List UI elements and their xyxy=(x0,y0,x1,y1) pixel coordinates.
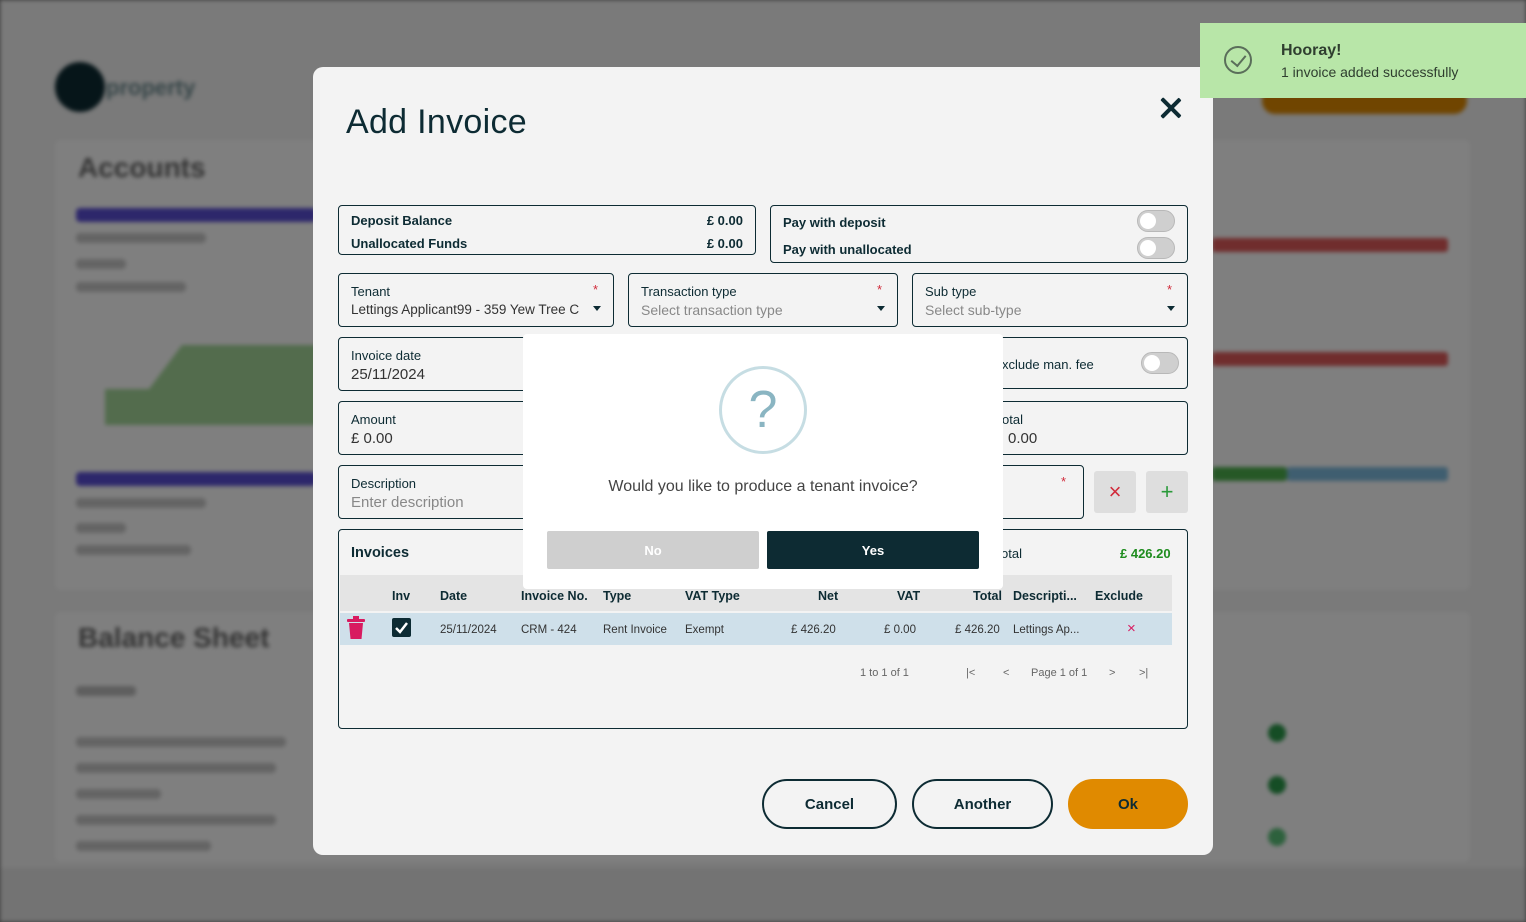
pay-with-unallocated-toggle[interactable] xyxy=(1137,237,1175,259)
column-header[interactable]: Net xyxy=(818,589,838,603)
column-header[interactable]: Total xyxy=(973,589,1002,603)
pay-with-unallocated-label: Pay with unallocated xyxy=(783,242,912,257)
question-glyph: ? xyxy=(748,381,778,439)
cell-vat: £ 0.00 xyxy=(884,624,916,636)
required-mark: * xyxy=(877,282,883,297)
invoices-total-label: otal xyxy=(1001,546,1022,561)
yes-button[interactable]: Yes xyxy=(767,531,979,569)
total-label: otal xyxy=(1002,412,1023,427)
toast-title: Hooray! xyxy=(1281,42,1342,59)
chevron-down-icon xyxy=(1167,306,1175,311)
cancel-button[interactable]: Cancel xyxy=(762,779,897,829)
close-icon: × xyxy=(1108,479,1122,504)
remove-line-button[interactable]: × xyxy=(1094,471,1136,513)
first-page-icon[interactable]: |< xyxy=(966,667,975,679)
close-icon[interactable] xyxy=(1156,93,1186,123)
invoice-checkbox[interactable] xyxy=(392,618,411,637)
cell-total: £ 426.20 xyxy=(955,624,1000,636)
total-value: 0.00 xyxy=(1008,430,1038,447)
total-field: otal 0.00 xyxy=(973,401,1188,455)
question-icon: ? xyxy=(719,366,807,454)
cell-vat-type: Exempt xyxy=(685,624,724,636)
last-page-icon[interactable]: >| xyxy=(1139,667,1148,679)
no-button[interactable]: No xyxy=(547,531,759,569)
chevron-down-icon xyxy=(593,306,601,311)
another-button[interactable]: Another xyxy=(912,779,1053,829)
description-placeholder: Enter description xyxy=(351,494,464,511)
column-header[interactable]: Inv xyxy=(392,589,410,603)
tenant-label: Tenant xyxy=(351,284,391,299)
invoices-total-value: £ 426.20 xyxy=(1120,546,1171,561)
unallocated-funds-value: £ 0.00 xyxy=(706,236,743,251)
invoice-date-value: 25/11/2024 xyxy=(351,366,425,383)
required-mark: * xyxy=(1167,282,1173,297)
prev-page-icon[interactable]: < xyxy=(1003,667,1009,679)
exclude-fee-toggle[interactable] xyxy=(1141,352,1179,374)
cell-date: 25/11/2024 xyxy=(440,624,497,636)
cell-description: Lettings Ap... xyxy=(1013,624,1080,636)
sub-type-select[interactable]: Sub type * Select sub-type xyxy=(912,273,1188,327)
cell-net: £ 426.20 xyxy=(791,624,836,636)
amount-label: Amount xyxy=(351,412,396,427)
transaction-type-select[interactable]: Transaction type * Select transaction ty… xyxy=(628,273,898,327)
tenant-select[interactable]: Tenant * Lettings Applicant99 - 359 Yew … xyxy=(338,273,614,327)
required-mark: * xyxy=(1061,474,1067,489)
invoice-date-label: Invoice date xyxy=(351,348,422,363)
next-page-icon[interactable]: > xyxy=(1109,667,1115,679)
pay-options-panel: Pay with deposit Pay with unallocated xyxy=(770,205,1188,263)
column-header[interactable]: VAT xyxy=(897,589,920,603)
column-header[interactable]: Date xyxy=(440,589,467,603)
page-indicator: Page 1 of 1 xyxy=(1031,667,1088,679)
amount-value: £ 0.00 xyxy=(351,430,393,447)
column-header[interactable]: Exclude xyxy=(1095,589,1143,603)
column-header[interactable]: VAT Type xyxy=(685,589,740,603)
success-toast[interactable]: Hooray! 1 invoice added successfully xyxy=(1200,23,1526,98)
trash-icon[interactable] xyxy=(345,616,367,645)
unallocated-funds-label: Unallocated Funds xyxy=(351,236,468,251)
sub-type-placeholder: Select sub-type xyxy=(925,302,1022,318)
transaction-type-placeholder: Select transaction type xyxy=(641,302,783,318)
plus-icon: + xyxy=(1160,479,1174,504)
cell-type: Rent Invoice xyxy=(603,624,667,636)
column-header[interactable]: Invoice No. xyxy=(521,589,588,603)
exclude-fee-label: xclude man. fee xyxy=(1002,357,1094,372)
deposit-balance-label: Deposit Balance xyxy=(351,213,453,228)
modal-title: Add Invoice xyxy=(346,103,527,141)
exclude-icon[interactable]: × xyxy=(1127,620,1136,637)
tenant-value: Lettings Applicant99 - 359 Yew Tree C xyxy=(351,302,580,317)
confirm-question: Would you like to produce a tenant invoi… xyxy=(608,478,918,495)
column-header[interactable]: Type xyxy=(603,589,631,603)
pay-with-deposit-label: Pay with deposit xyxy=(783,215,886,230)
description-label: Description xyxy=(351,476,417,491)
toast-message: 1 invoice added successfully xyxy=(1281,64,1459,80)
sub-type-label: Sub type xyxy=(925,284,977,299)
pay-with-deposit-toggle[interactable] xyxy=(1137,210,1175,232)
column-header[interactable]: Descripti... xyxy=(1013,589,1077,603)
balances-panel: Deposit Balance £ 0.00 Unallocated Funds… xyxy=(338,205,756,255)
required-mark: * xyxy=(593,282,599,297)
exclude-fee-panel: xclude man. fee xyxy=(973,337,1188,389)
add-line-button[interactable]: + xyxy=(1146,471,1188,513)
chevron-down-icon xyxy=(877,306,885,311)
check-circle-icon xyxy=(1224,46,1252,74)
tenant-invoice-confirm-dialog: ? Would you like to produce a tenant inv… xyxy=(523,334,1003,589)
table-row[interactable]: 25/11/2024 CRM - 424 Rent Invoice Exempt… xyxy=(340,613,1172,645)
deposit-balance-value: £ 0.00 xyxy=(706,213,743,228)
transaction-type-label: Transaction type xyxy=(641,284,737,299)
pager-count: 1 to 1 of 1 xyxy=(860,667,909,679)
invoices-title: Invoices xyxy=(351,545,410,561)
cell-invoice-no: CRM - 424 xyxy=(521,624,577,636)
ok-button[interactable]: Ok xyxy=(1068,779,1188,829)
